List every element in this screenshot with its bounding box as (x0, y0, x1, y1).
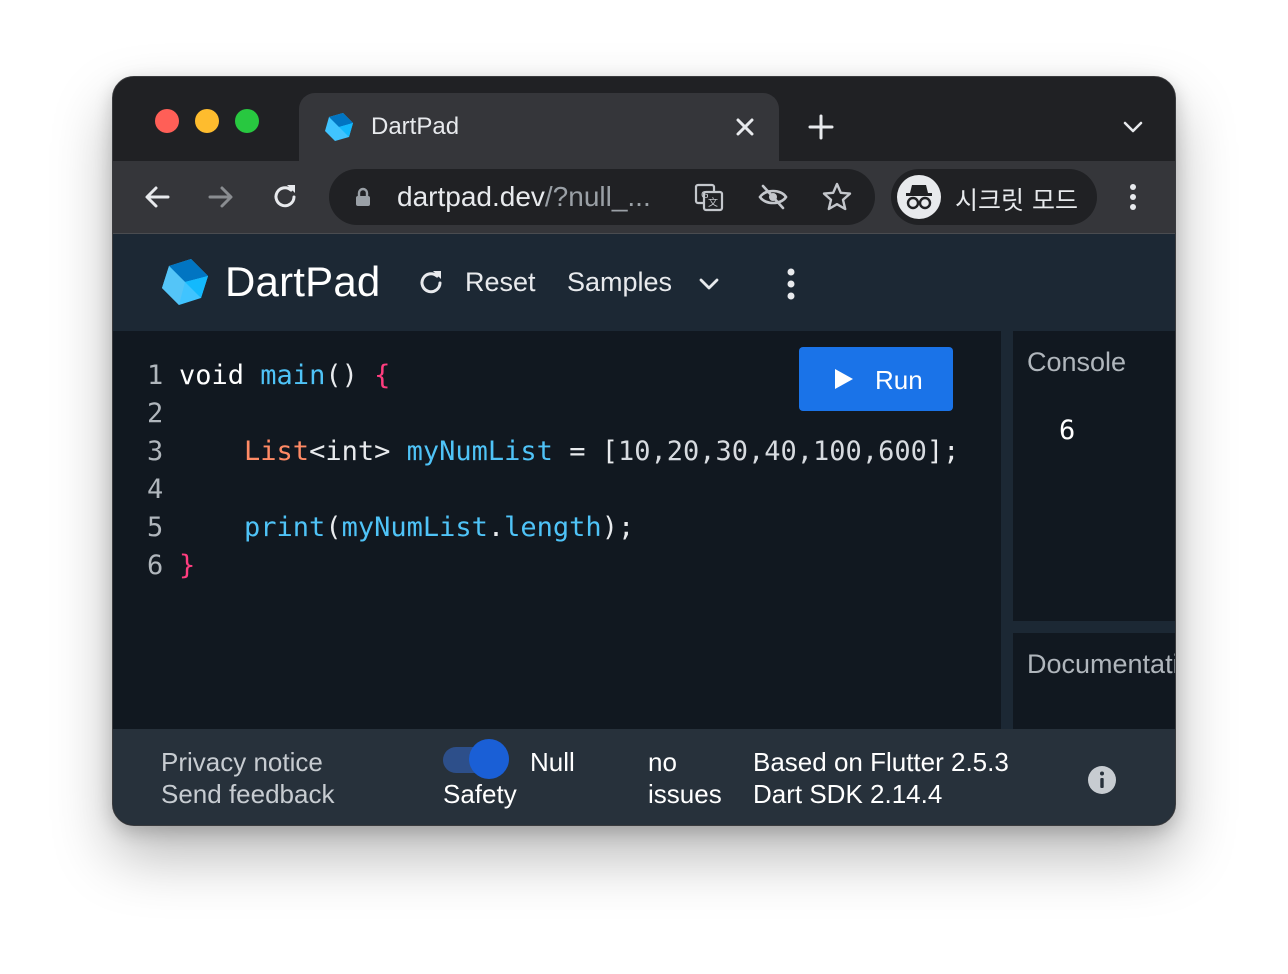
browser-toolbar: dartpad.dev/?null_... G 文 시크릿 모드 (113, 161, 1175, 233)
play-icon (835, 369, 853, 389)
star-icon[interactable] (821, 181, 853, 213)
browser-window: DartPad dartpad.dev/?null_... G 文 시크릿 모드… (112, 76, 1176, 826)
close-window-button[interactable] (155, 109, 179, 133)
horizontal-splitter[interactable] (1013, 621, 1175, 633)
code-line: 5 print(myNumList.length); (147, 512, 635, 543)
reset-button[interactable]: Reset (465, 267, 536, 298)
run-button[interactable]: Run (799, 347, 953, 411)
tab-title: DartPad (371, 113, 460, 140)
eye-off-icon[interactable] (757, 181, 789, 213)
zoom-window-button[interactable] (235, 109, 259, 133)
app-title: DartPad (225, 258, 381, 305)
svg-text:文: 文 (708, 196, 718, 209)
vertical-splitter[interactable] (1001, 331, 1013, 729)
null-safety-label: Null (530, 747, 575, 777)
address-bar[interactable]: dartpad.dev/?null_... G 文 (329, 169, 875, 225)
refresh-icon[interactable] (415, 267, 447, 299)
dart-logo-icon (325, 113, 353, 141)
back-arrow-icon[interactable] (141, 181, 173, 213)
dart-logo-icon (162, 259, 208, 305)
samples-dropdown[interactable]: Samples (567, 267, 672, 298)
flutter-version: Based on Flutter 2.5.3 (753, 747, 1009, 777)
privacy-notice-link[interactable]: Privacy notice (161, 747, 323, 778)
dartpad-footer: Privacy notice Send feedback Null Safety… (113, 729, 1175, 825)
issues-status: issues (648, 779, 722, 809)
profile-label: 시크릿 모드 (955, 186, 1078, 215)
chevron-down-icon[interactable] (1119, 113, 1147, 141)
null-safety-label: Safety (443, 779, 517, 809)
lock-icon (356, 187, 370, 206)
console-panel: Console 6 (1013, 331, 1175, 621)
forward-arrow-icon[interactable] (205, 181, 237, 213)
code-editor[interactable]: 1 void main() { 2 3 List<int> myNumList =… (113, 331, 1001, 729)
close-icon[interactable] (729, 111, 761, 143)
issues-status: no (648, 747, 677, 777)
code-line: 3 List<int> myNumList = [10,20,30,40,100… (147, 436, 960, 467)
chevron-down-icon[interactable] (695, 270, 723, 298)
tab-dartpad[interactable]: DartPad (299, 93, 779, 161)
toggle-knob (469, 739, 509, 779)
documentation-title: Documentation (1027, 649, 1175, 679)
code-line: 6} (147, 550, 196, 581)
tab-strip: DartPad (113, 77, 1175, 161)
incognito-profile-button[interactable]: 시크릿 모드 (891, 169, 1097, 225)
kebab-menu-icon[interactable] (777, 264, 805, 304)
kebab-menu-icon[interactable] (1119, 181, 1147, 213)
url-text: dartpad.dev/?null_... (397, 181, 651, 212)
console-title: Console (1027, 347, 1127, 377)
dartpad-header: DartPad Reset Samples (113, 233, 1175, 331)
console-output: 6 (1059, 415, 1076, 446)
dart-sdk-version: Dart SDK 2.14.4 (753, 779, 943, 809)
info-icon[interactable] (1087, 765, 1117, 795)
send-feedback-link[interactable]: Send feedback (161, 779, 334, 810)
code-line: 4 (147, 474, 164, 505)
run-label: Run (875, 365, 923, 395)
avatar (897, 175, 941, 219)
documentation-panel: Documentation (1013, 633, 1175, 729)
minimize-window-button[interactable] (195, 109, 219, 133)
null-safety-toggle[interactable] (443, 739, 511, 779)
incognito-icon (906, 185, 932, 210)
reload-icon[interactable] (269, 181, 301, 213)
plus-icon[interactable] (805, 111, 837, 143)
translate-icon[interactable]: G 文 (693, 181, 725, 213)
